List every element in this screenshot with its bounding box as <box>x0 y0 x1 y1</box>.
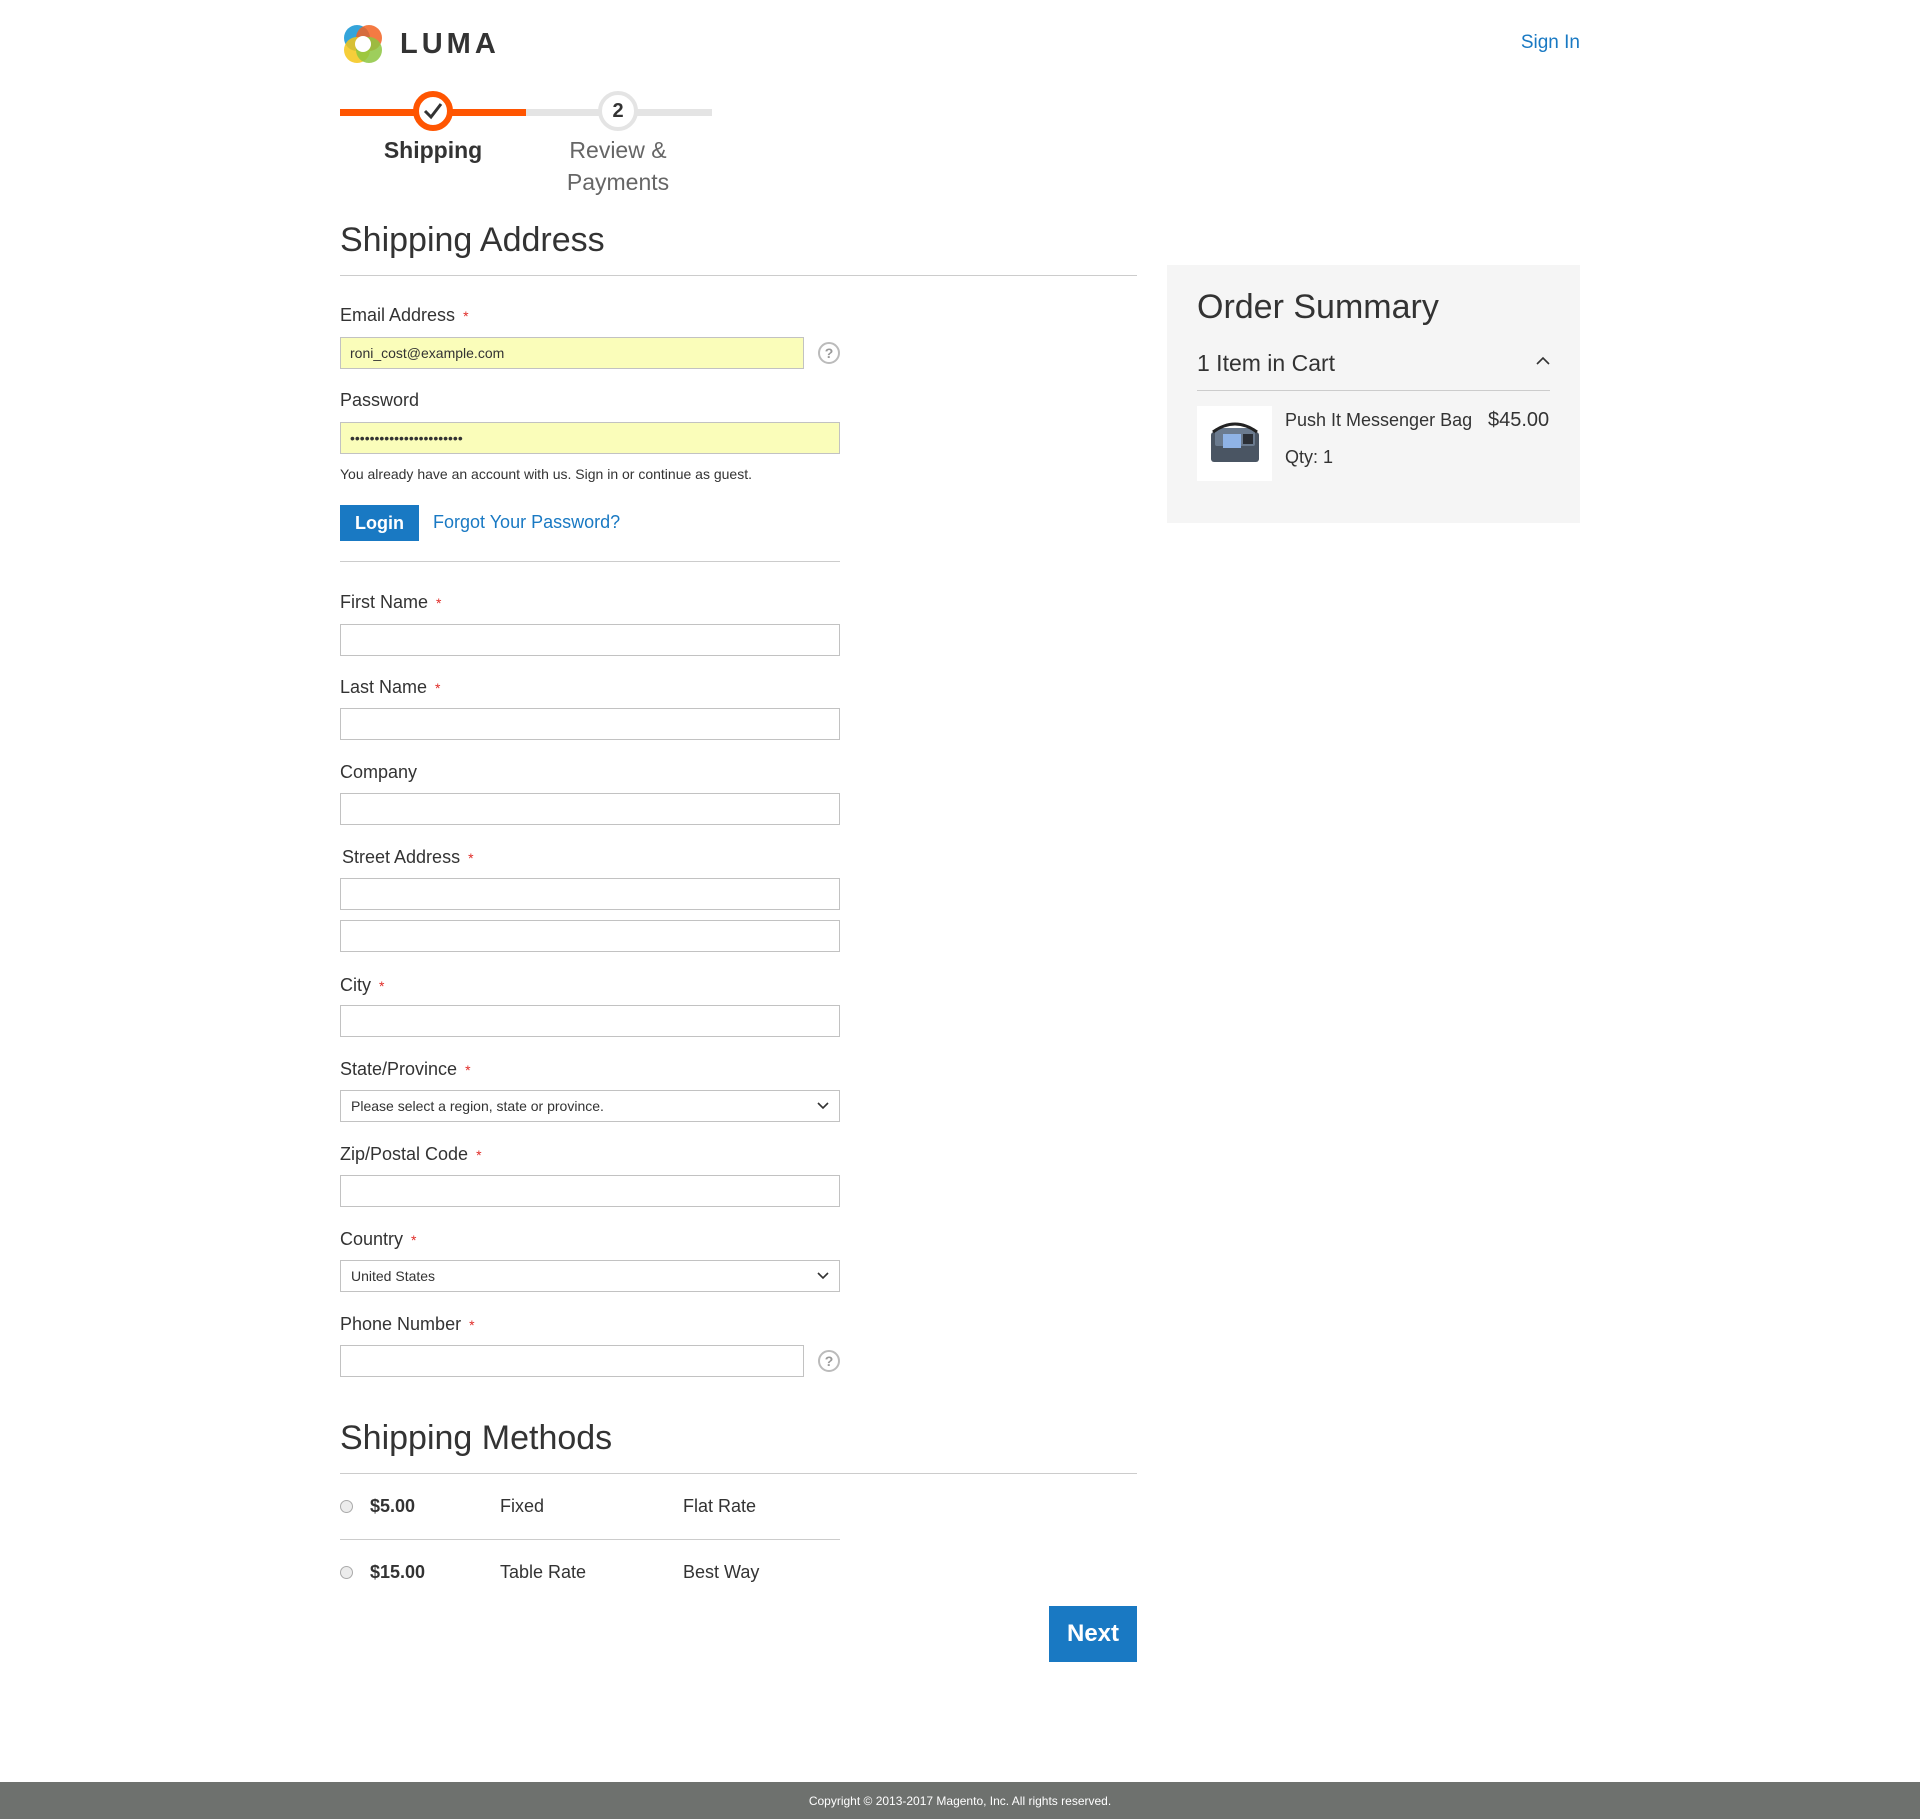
shipping-method-carrier: Best Way <box>683 1562 760 1582</box>
city-input[interactable] <box>340 1005 840 1037</box>
sign-in-link[interactable]: Sign In <box>1521 32 1580 54</box>
forgot-password-link[interactable]: Forgot Your Password? <box>433 512 620 533</box>
city-label-text: City <box>340 975 371 995</box>
product-thumbnail[interactable] <box>1197 406 1272 481</box>
product-qty: Qty: 1 <box>1285 447 1334 467</box>
shipping-method-carrier: Flat Rate <box>683 1496 757 1516</box>
phone-label: Phone Number * <box>340 1314 475 1335</box>
help-icon-glyph: ? <box>824 345 834 361</box>
first-name-input[interactable] <box>340 624 840 656</box>
required-mark: * <box>465 1062 471 1078</box>
zip-label-text: Zip/Postal Code <box>340 1144 469 1164</box>
shipping-method-radio[interactable] <box>340 1566 353 1579</box>
step-number: 2 <box>612 99 624 122</box>
login-button[interactable]: Login <box>340 505 419 541</box>
step-review-label-line1: Review & <box>569 137 667 163</box>
country-label: Country * <box>340 1229 416 1250</box>
password-input[interactable] <box>340 422 840 454</box>
email-label: Email Address * <box>340 305 469 326</box>
step-shipping-circle <box>413 91 453 131</box>
country-label-text: Country <box>340 1229 404 1249</box>
country-select[interactable]: United States <box>340 1260 840 1292</box>
luma-logo[interactable]: LUMA <box>340 20 500 68</box>
shipping-method-radio[interactable] <box>340 1500 353 1513</box>
shipping-method-name: Fixed <box>500 1496 545 1516</box>
street-address-line2-input[interactable] <box>340 920 840 952</box>
shipping-methods-divider <box>340 1473 1137 1474</box>
order-summary-title: Order Summary <box>1197 288 1439 326</box>
phone-input[interactable] <box>340 1345 804 1377</box>
chevron-up-icon[interactable] <box>1536 356 1550 365</box>
zip-label: Zip/Postal Code * <box>340 1144 482 1165</box>
last-name-label-text: Last Name <box>340 677 428 697</box>
help-icon-glyph: ? <box>824 1353 834 1369</box>
street-address-label: Street Address * <box>342 847 474 868</box>
shipping-address-divider <box>340 275 1137 276</box>
state-select[interactable]: Please select a region, state or provinc… <box>340 1090 840 1122</box>
shipping-method-name: Table Rate <box>500 1562 587 1582</box>
first-name-label: First Name * <box>340 592 441 613</box>
email-input[interactable] <box>340 337 804 369</box>
street-address-label-text: Street Address <box>342 847 461 867</box>
shipping-method-price: $15.00 <box>370 1562 426 1582</box>
step-review-label-line2: Payments <box>566 169 670 195</box>
messenger-bag-icon <box>1210 422 1259 462</box>
product-price: $45.00 <box>1488 409 1550 431</box>
required-mark: * <box>468 850 474 866</box>
footer: Copyright © 2013-2017 Magento, Inc. All … <box>0 1782 1920 1819</box>
help-icon[interactable]: ? <box>818 1350 840 1372</box>
state-label-text: State/Province <box>340 1059 458 1079</box>
account-note: You already have an account with us. Sig… <box>340 466 752 482</box>
password-label: Password <box>340 390 420 410</box>
step-review-label: Review & Payments <box>540 134 696 198</box>
shipping-methods-title: Shipping Methods <box>340 1419 613 1457</box>
first-name-label-text: First Name <box>340 592 429 612</box>
next-button[interactable]: Next <box>1049 1606 1137 1662</box>
help-icon[interactable]: ? <box>818 342 840 364</box>
required-mark: * <box>469 1317 475 1333</box>
product-name: Push It Messenger Bag <box>1285 410 1473 430</box>
shipping-method-price: $5.00 <box>370 1496 416 1516</box>
required-mark: * <box>435 680 441 696</box>
company-input[interactable] <box>340 793 840 825</box>
order-summary-divider <box>1197 390 1550 391</box>
checkmark-icon <box>423 103 443 120</box>
chevron-down-icon <box>817 1102 829 1110</box>
state-label: State/Province * <box>340 1059 471 1080</box>
required-mark: * <box>476 1147 482 1163</box>
copyright-text: Copyright © 2013-2017 Magento, Inc. All … <box>808 1793 1112 1808</box>
phone-label-text: Phone Number <box>340 1314 462 1334</box>
city-label: City * <box>340 975 384 996</box>
step-shipping-label: Shipping <box>383 137 483 163</box>
step-review-circle: 2 <box>598 91 638 131</box>
items-in-cart-toggle[interactable]: 1 Item in Cart <box>1197 350 1335 377</box>
last-name-input[interactable] <box>340 708 840 740</box>
required-mark: * <box>379 978 385 994</box>
street-address-line1-input[interactable] <box>340 878 840 910</box>
chevron-down-icon <box>817 1272 829 1280</box>
login-divider <box>340 561 840 562</box>
logo-text: LUMA <box>400 27 500 60</box>
email-label-text: Email Address <box>340 305 456 325</box>
required-mark: * <box>436 595 442 611</box>
state-select-value: Please select a region, state or provinc… <box>351 1098 604 1114</box>
required-mark: * <box>411 1232 417 1248</box>
zip-input[interactable] <box>340 1175 840 1207</box>
country-select-value: United States <box>351 1268 436 1284</box>
last-name-label: Last Name * <box>340 677 441 698</box>
company-label: Company <box>340 762 418 782</box>
luma-logo-icon <box>344 25 382 63</box>
required-mark: * <box>463 308 469 324</box>
shipping-address-title: Shipping Address <box>340 221 605 259</box>
method-row-divider <box>340 1539 840 1540</box>
